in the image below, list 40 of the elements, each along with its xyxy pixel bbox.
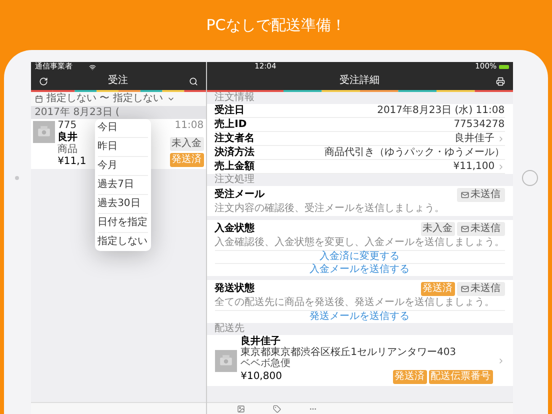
card-title: 入金状態 (214, 224, 255, 234)
order-amount: ¥11,1 (58, 157, 88, 167)
section-label: 配送先 (214, 323, 246, 335)
row-value: 良井佳子 (454, 134, 495, 144)
order-time: 11:08 (174, 121, 204, 131)
payment-method: 商品 (58, 145, 79, 155)
pane-title: 受注詳細 (340, 76, 380, 86)
customer-name: 良井 (58, 133, 79, 143)
status-badge: 未送信 (456, 222, 505, 236)
order-id: 775 (58, 121, 78, 131)
row-value: 77534278 (454, 120, 505, 130)
status-badge: 発送済 (170, 153, 204, 167)
card-description: 全ての配送先に商品を発送後、発送メールを送信しましょう。 (214, 296, 496, 310)
section-label: 注文処理 (214, 174, 256, 186)
status-badge: 未入金 (420, 222, 455, 236)
pane-title: 受注 (108, 76, 128, 86)
card-title: 受注メール (214, 190, 265, 200)
status-badge: 未送信 (456, 188, 505, 202)
card-description: 入金確認後、入金状態を変更し、入金メールを送信しましょう。 (214, 236, 505, 250)
card-description: 注文内容の確認後、受注メールを送信しましょう。 (214, 202, 446, 216)
row-value: 商品代引き（ゆうパック・ゆうメール） (324, 148, 505, 158)
recipient-name: 良井佳子 (240, 337, 281, 347)
status-badge: 配送伝票番号 (428, 370, 493, 384)
address: 東京都東京都渋谷区桜丘1セルリアンタワー403 (240, 348, 458, 358)
row-value: 2017年8月23日 (水) 11:08 (377, 106, 505, 116)
delivery-carrier: ベベボ急便 (240, 359, 292, 369)
shipping-amount: ¥10,800 (240, 372, 282, 382)
row-label: 注文者名 (214, 134, 255, 144)
row-label: 売上ID (214, 120, 247, 130)
status-badge: 未送信 (456, 282, 505, 296)
status-badge: 発送済 (392, 370, 427, 384)
headline: PCなしで配送準備！ (206, 14, 346, 36)
row-label: 決済方法 (214, 148, 255, 158)
date-heading: 2017年 8月23日 ( (34, 108, 120, 118)
row-value: ¥11,100 (453, 162, 495, 172)
status-badge: 発送済 (420, 282, 455, 296)
status-badge: 未入金 (170, 137, 204, 151)
row-label: 売上金額 (214, 162, 255, 172)
card-title: 発送状態 (214, 284, 255, 294)
row-label: 受注日 (214, 106, 245, 116)
